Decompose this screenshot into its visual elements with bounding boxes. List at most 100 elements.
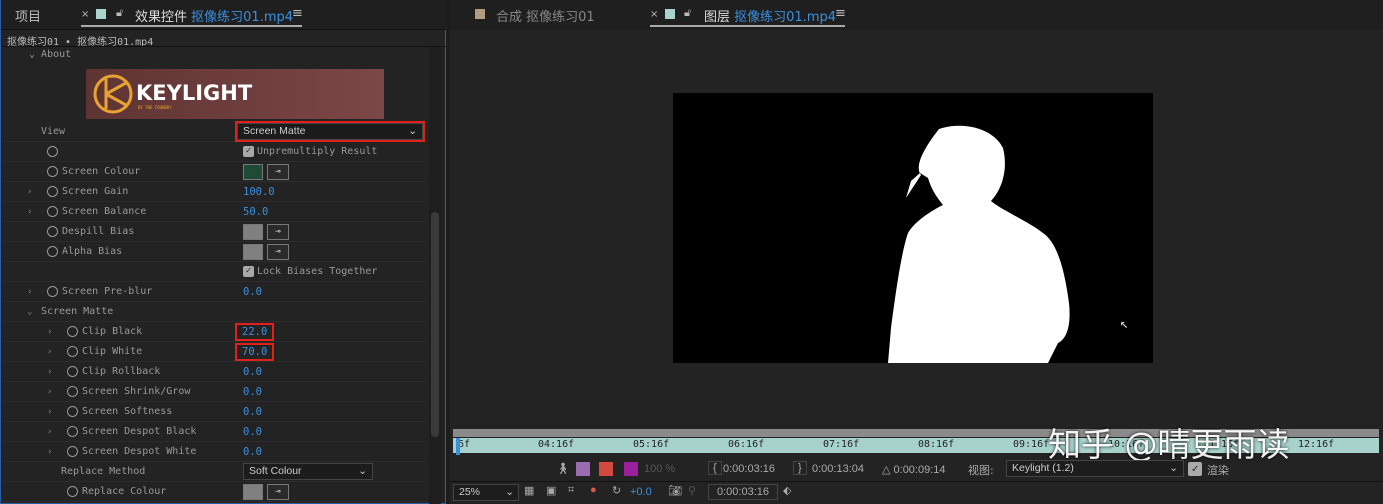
mask-toggle-icon[interactable]: ▣ — [546, 484, 556, 497]
expand-icon[interactable]: › — [47, 447, 52, 457]
region-of-interest-icon[interactable]: ⌗ — [568, 484, 574, 497]
eyedropper-icon[interactable]: ⊸ — [267, 163, 289, 180]
close-icon[interactable]: × — [650, 9, 658, 20]
replace-method-dropdown[interactable]: Soft Colour ⌄ — [243, 463, 373, 480]
expand-icon[interactable]: › — [47, 407, 52, 417]
clip-rollback-value[interactable]: 0.0 — [243, 366, 262, 378]
panel-menu-icon[interactable]: ≡ — [835, 6, 846, 21]
replace-colour-swatch[interactable] — [243, 483, 263, 500]
expand-icon[interactable]: › — [27, 207, 32, 217]
about-toggle[interactable]: ⌄ About — [29, 49, 71, 60]
lock-icon[interactable]: 🔓︎ — [116, 6, 123, 20]
softness-value[interactable]: 0.0 — [243, 406, 262, 418]
out-time[interactable]: 0:00:13:04 — [812, 463, 864, 475]
expand-icon[interactable]: › — [47, 327, 52, 337]
snapshot-icon[interactable]: 📷︎ — [668, 484, 682, 497]
screen-colour-label: Screen Colour — [62, 166, 141, 177]
current-time[interactable]: 0:00:03:16 — [708, 484, 778, 500]
stopwatch-icon[interactable] — [67, 326, 78, 337]
eyedropper-icon[interactable]: ⊸ — [267, 483, 289, 500]
screen-preblur-value[interactable]: 0.0 — [243, 286, 262, 298]
stopwatch-icon[interactable] — [47, 286, 58, 297]
overlay-color-icon[interactable] — [624, 462, 638, 476]
matte-preview[interactable] — [673, 93, 1153, 364]
close-icon[interactable]: × — [81, 9, 89, 20]
despot-white-value[interactable]: 0.0 — [243, 446, 262, 458]
transparency-grid-icon[interactable]: ▦ — [524, 484, 534, 497]
replace-method-value: Soft Colour — [249, 465, 302, 477]
stopwatch-icon[interactable] — [47, 186, 58, 197]
tab-composition[interactable]: 合成 抠像练习01 — [496, 6, 595, 25]
flowchart-icon[interactable]: ⬖ — [783, 484, 791, 497]
opacity-value[interactable]: 100 % — [644, 463, 675, 475]
playhead[interactable] — [456, 438, 460, 455]
tab-file: 抠像练习01.mp4 — [191, 10, 294, 25]
transparency-icon[interactable] — [599, 462, 613, 476]
stopwatch-icon[interactable] — [67, 446, 78, 457]
expand-icon[interactable]: › — [27, 287, 32, 297]
expand-icon[interactable]: › — [47, 367, 52, 377]
exposure-value[interactable]: +0.0 — [630, 486, 652, 498]
expand-icon[interactable]: › — [47, 347, 52, 357]
tab-layer-file: 抠像练习01.mp4 — [734, 10, 837, 25]
row-softness: › Screen Softness 0.0 — [3, 402, 427, 422]
clip-white-value[interactable]: 70.0 — [234, 342, 275, 361]
render-checkbox[interactable]: ✓ — [1188, 462, 1202, 476]
screen-gain-value[interactable]: 100.0 — [243, 186, 275, 198]
row-screen-gain: › Screen Gain 100.0 — [3, 182, 427, 202]
alpha-bias-swatch[interactable] — [243, 243, 263, 260]
reset-exposure-icon[interactable]: ↻ — [612, 484, 621, 497]
eyedropper-icon[interactable]: ⊸ — [267, 223, 289, 240]
despill-bias-swatch[interactable] — [243, 223, 263, 240]
stopwatch-icon[interactable] — [67, 406, 78, 417]
view-dropdown[interactable]: Keylight (1.2) ⌄ — [1006, 460, 1184, 477]
channel-icon[interactable]: ● — [590, 484, 597, 496]
stopwatch-icon[interactable] — [47, 246, 58, 257]
view-dropdown[interactable]: Screen Matte ⌄ — [235, 121, 425, 142]
stopwatch-icon[interactable] — [67, 366, 78, 377]
expand-icon[interactable]: › — [47, 387, 52, 397]
replace-method-label: Replace Method — [61, 466, 146, 477]
unpremultiply-checkbox[interactable]: ✓ — [243, 146, 254, 157]
lock-biases-checkbox[interactable]: ✓ — [243, 266, 254, 277]
show-snapshot-icon[interactable]: ⚲ — [688, 484, 696, 497]
stopwatch-icon[interactable] — [47, 166, 58, 177]
viewer-tab-bar: 合成 抠像练习01 × 🔓︎ 图层 抠像练习01.mp4 ≡ — [450, 0, 1383, 30]
tab-effect-controls[interactable]: 效果控件 抠像练习01.mp4 — [135, 6, 293, 25]
expand-icon[interactable]: › — [27, 187, 32, 197]
stopwatch-icon[interactable] — [47, 226, 58, 237]
row-screen-matte-group[interactable]: ⌄ Screen Matte — [3, 302, 427, 322]
clip-black-value[interactable]: 22.0 — [234, 322, 275, 341]
set-out-point-button[interactable]: } — [793, 461, 807, 475]
scrollbar[interactable] — [429, 47, 441, 504]
collapse-icon[interactable]: ⌄ — [27, 307, 32, 317]
set-in-point-button[interactable]: { — [708, 461, 722, 475]
scrollbar-thumb[interactable] — [431, 212, 439, 437]
stopwatch-icon[interactable] — [67, 386, 78, 397]
zoom-dropdown[interactable]: 25% ⌄ — [453, 484, 519, 501]
despot-black-value[interactable]: 0.0 — [243, 426, 262, 438]
panel-menu-icon[interactable]: ≡ — [292, 6, 303, 21]
stopwatch-icon[interactable] — [67, 486, 78, 497]
screen-colour-swatch[interactable] — [243, 163, 263, 180]
stopwatch-icon[interactable] — [67, 346, 78, 357]
lock-icon[interactable]: 🔓︎ — [684, 6, 691, 20]
despot-white-label: Screen Despot White — [82, 446, 197, 457]
in-time[interactable]: 0:00:03:16 — [723, 463, 775, 475]
effect-controls-panel: 项目 × 🔓︎ 效果控件 抠像练习01.mp4 ≡ 抠像练习01 • 抠像练习0… — [0, 0, 446, 504]
row-view: View Screen Matte ⌄ — [3, 121, 427, 142]
stopwatch-icon[interactable] — [47, 206, 58, 217]
shrink-grow-value[interactable]: 0.0 — [243, 386, 262, 398]
solo-icon[interactable]: 🚶︎ — [556, 462, 570, 475]
alpha-icon[interactable] — [576, 462, 590, 476]
tab-project[interactable]: 项目 — [15, 6, 41, 25]
screen-preblur-label: Screen Pre-blur — [62, 286, 153, 297]
eyedropper-icon[interactable]: ⊸ — [267, 243, 289, 260]
stopwatch-icon[interactable] — [47, 146, 58, 157]
tab-layer[interactable]: 图层 抠像练习01.mp4 — [704, 6, 836, 25]
row-despot-white: › Screen Despot White 0.0 — [3, 442, 427, 462]
expand-icon[interactable]: › — [47, 427, 52, 437]
screen-balance-value[interactable]: 50.0 — [243, 206, 268, 218]
alpha-bias-label: Alpha Bias — [62, 246, 123, 257]
stopwatch-icon[interactable] — [67, 426, 78, 437]
